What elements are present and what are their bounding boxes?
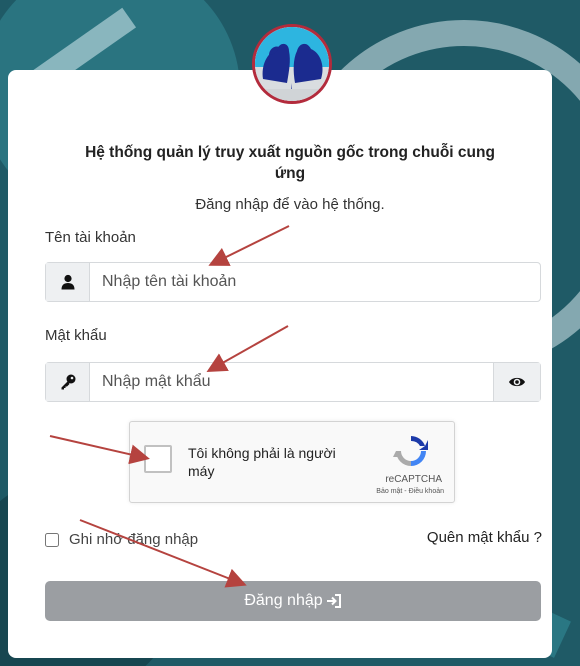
login-button-label: Đăng nhập (244, 592, 323, 609)
remember-label: Ghi nhớ đăng nhập (69, 531, 199, 548)
app-logo (252, 24, 332, 104)
user-icon (46, 263, 90, 301)
forgot-password-link[interactable]: Quên mật khẩu ? (427, 529, 542, 546)
remember-checkbox[interactable] (45, 532, 59, 547)
username-label: Tên tài khoản (45, 229, 136, 246)
password-group (45, 362, 541, 402)
username-group (45, 262, 541, 302)
login-button[interactable]: Đăng nhập (45, 581, 541, 621)
recaptcha-terms[interactable]: Bảo mật - Điều khoản (376, 488, 444, 495)
page-subtitle: Đăng nhập để vào hệ thống. (195, 196, 385, 213)
remember-me[interactable]: Ghi nhớ đăng nhập (45, 531, 198, 548)
key-icon (46, 363, 90, 401)
recaptcha-brand: reCAPTCHA (385, 474, 442, 485)
username-input[interactable] (90, 263, 540, 301)
recaptcha-checkbox[interactable] (144, 445, 172, 473)
page-title: Hệ thống quản lý truy xuất nguồn gốc tro… (85, 144, 495, 182)
password-input[interactable] (90, 363, 493, 401)
recaptcha-text: Tôi không phải là người máy (188, 445, 336, 479)
eye-icon[interactable] (493, 363, 540, 401)
recaptcha-widget: Tôi không phải là người máy reCAPTCHA Bả… (129, 421, 455, 503)
password-label: Mật khẩu (45, 327, 107, 344)
recaptcha-icon (392, 432, 430, 475)
login-arrow-icon (326, 594, 341, 608)
